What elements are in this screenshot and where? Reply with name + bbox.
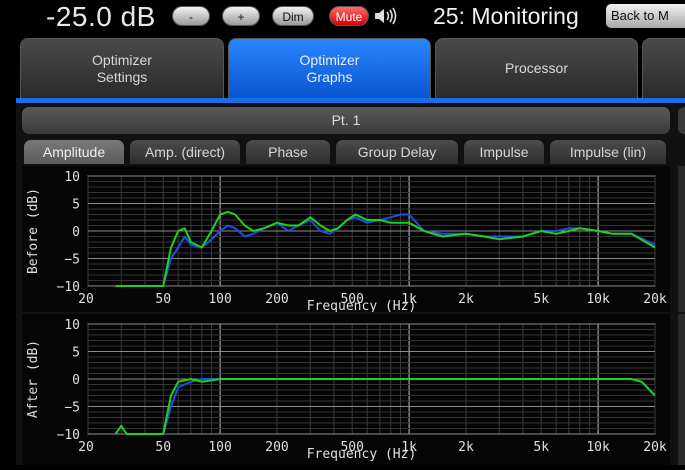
x-tick-label: 200 (265, 440, 288, 455)
tab-label: Processor (504, 60, 569, 76)
x-tick-label: 5k (533, 440, 549, 455)
x-tick-label: 100 (208, 440, 231, 455)
y-tick-label: 10 (64, 170, 80, 185)
x-tick-label: 10k (586, 440, 610, 455)
x-tick-label: 2k (458, 292, 474, 307)
speaker-volume-icon[interactable] (373, 6, 399, 26)
tab-next[interactable] (642, 38, 685, 98)
x-tick-label: 50 (155, 440, 171, 455)
y-tick-label: 0 (72, 225, 80, 240)
top-bar: -25.0 dB - + Dim Mute 25: Monitoring Bac… (0, 0, 685, 34)
y-tick-label: −10 (57, 280, 80, 295)
side-panel-header (678, 107, 685, 134)
subtab-amp-direct[interactable]: Amp. (direct) (130, 140, 240, 164)
y-axis-label: Before (dB) (26, 188, 41, 274)
y-tick-label: −10 (57, 428, 80, 443)
mute-button[interactable]: Mute (329, 6, 369, 26)
dim-button[interactable]: Dim (272, 6, 314, 26)
tab-label-line2: Graphs (306, 68, 353, 85)
x-tick-label: 200 (265, 292, 288, 307)
after-chart: 10 5 0 −5 −10 20 50 100 200 500 1k 2k 5k 10k 20k Freque… (22, 314, 670, 465)
main-tabs: Optimizer Settings Optimizer Graphs Proces… (0, 38, 685, 100)
subtab-amplitude[interactable]: Amplitude (24, 140, 124, 164)
tab-label-line2: Settings (96, 68, 148, 85)
point-selector[interactable]: Pt. 1 (22, 107, 670, 134)
y-tick-label: 10 (64, 318, 80, 333)
tab-label-line1: Optimizer (92, 51, 152, 68)
back-button[interactable]: Back to M (606, 4, 685, 28)
before-chart: 10 5 0 −5 −10 20 50 100 200 500 1k 2k 5k 10k 20k Freque… (22, 166, 670, 314)
x-tick-label: 5k (533, 292, 549, 307)
subtab-group-delay[interactable]: Group Delay (336, 140, 458, 164)
subtab-impulse[interactable]: Impulse (464, 140, 544, 164)
after-amplitude-graph: 1050−5−1020 50 100 200 500 1k 2k 5k 10k 20kFreque… (26, 318, 667, 462)
x-tick-label: 20k (643, 292, 667, 307)
y-axis-label: After (dB) (26, 340, 41, 418)
y-tick-label: 5 (72, 346, 80, 361)
side-panel-before (678, 166, 685, 312)
x-tick-label: 2k (458, 440, 474, 455)
x-tick-label: 50 (155, 292, 171, 307)
page-title: 25: Monitoring (433, 3, 579, 29)
volume-down-button[interactable]: - (172, 6, 210, 26)
tab-processor[interactable]: Processor (435, 38, 638, 98)
side-panel-after (678, 314, 685, 465)
tab-optimizer-settings[interactable]: Optimizer Settings (20, 38, 224, 98)
x-axis-label: Frequency (Hz) (307, 447, 417, 462)
y-tick-label: 0 (72, 373, 80, 388)
y-tick-label: −5 (64, 253, 80, 268)
tab-optimizer-graphs[interactable]: Optimizer Graphs (228, 38, 431, 98)
subtab-impulse-lin[interactable]: Impulse (lin) (550, 140, 666, 164)
x-tick-label: 10k (586, 292, 610, 307)
x-tick-label: 20k (643, 440, 667, 455)
x-tick-label: 100 (208, 292, 231, 307)
subtab-phase[interactable]: Phase (246, 140, 330, 164)
x-tick-label: 20 (78, 292, 94, 307)
volume-readout: -25.0 dB (46, 1, 156, 32)
tab-label-line1: Optimizer (299, 51, 360, 68)
before-amplitude-graph: 1050−5−1020 50 100 200 500 1k 2k 5k 10k 20kFreque… (26, 170, 667, 314)
x-axis-label: Frequency (Hz) (307, 299, 417, 312)
x-tick-label: 20 (78, 440, 94, 455)
y-tick-label: −5 (64, 401, 80, 416)
graph-type-tabs: Amplitude Amp. (direct) Phase Group Dela… (22, 140, 670, 164)
volume-up-button[interactable]: + (222, 6, 260, 26)
y-tick-label: 5 (72, 198, 80, 213)
